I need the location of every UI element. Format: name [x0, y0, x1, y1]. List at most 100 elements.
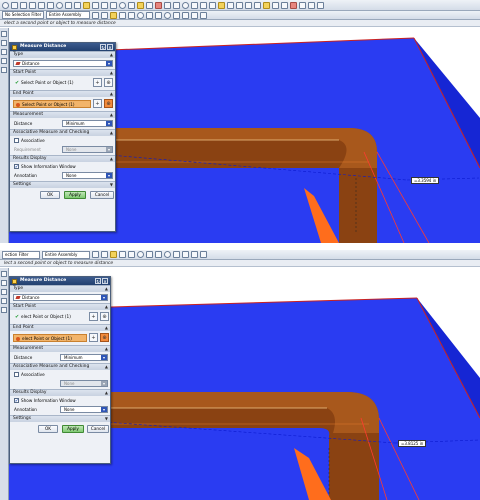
history-icon[interactable] — [1, 40, 7, 46]
end-point-selector[interactable]: Select Point or Object (1) — [13, 100, 91, 108]
light-icon[interactable] — [218, 1, 225, 9]
render-icon[interactable] — [182, 1, 189, 9]
point-dialog-button[interactable]: + — [89, 312, 98, 321]
tools-icon[interactable] — [263, 1, 270, 9]
palette-icon[interactable] — [1, 49, 7, 55]
snap-off-icon[interactable] — [200, 251, 207, 258]
section-icon[interactable] — [164, 1, 171, 9]
reset-icon[interactable]: ↻ — [100, 44, 106, 50]
select-icon[interactable] — [11, 1, 18, 9]
selection-filter-dropdown[interactable]: ection Filter — [2, 250, 40, 259]
wcs-icon[interactable] — [173, 1, 180, 9]
stop-icon[interactable] — [290, 1, 297, 9]
center-icon[interactable] — [137, 11, 144, 19]
fit-icon[interactable] — [101, 1, 108, 9]
section-start-point[interactable]: Start Point ▲ — [10, 69, 115, 76]
reset-icon[interactable]: ↻ — [95, 278, 101, 284]
rotate-icon[interactable] — [29, 1, 36, 9]
show-info-checkbox[interactable]: ✔ — [14, 398, 19, 403]
cancel-button[interactable]: Cancel — [87, 425, 109, 433]
endpoint-icon[interactable] — [119, 251, 126, 258]
annotation-dropdown[interactable]: None ▾ — [60, 406, 108, 413]
start-point-selector[interactable]: ✔ Select Point or Object (1) — [13, 79, 91, 87]
section-type[interactable]: Type ▲ — [10, 285, 110, 292]
point-constructor-button[interactable]: ⊕ — [100, 312, 109, 321]
type-dropdown[interactable]: Distance ▾ — [13, 294, 108, 301]
camera-icon[interactable] — [227, 1, 234, 9]
point-icon[interactable] — [110, 251, 117, 258]
distance-dropdown[interactable]: Minimum ▾ — [60, 354, 108, 361]
on-face-icon[interactable] — [191, 251, 198, 258]
point-constructor-button[interactable]: ⊕ — [104, 78, 113, 87]
grid-icon[interactable] — [191, 1, 198, 9]
associative-checkbox[interactable] — [14, 372, 19, 377]
assembly-scope-dropdown[interactable]: Entire Assembly — [46, 11, 90, 19]
filter-icon[interactable] — [92, 11, 99, 19]
arc-icon[interactable] — [164, 11, 171, 19]
apply-button[interactable]: Apply — [62, 425, 84, 433]
navigator-icon[interactable] — [1, 31, 7, 37]
web-icon[interactable] — [1, 298, 7, 304]
filter-icon[interactable] — [92, 251, 99, 258]
deselect-icon[interactable] — [101, 11, 108, 19]
point-constructor-button[interactable]: ⊕ — [100, 333, 109, 342]
intersect-icon[interactable] — [155, 11, 162, 19]
section-associative[interactable]: Associative Measure and Checking ▲ — [10, 129, 115, 136]
distance-dropdown[interactable]: Minimum ▾ — [62, 120, 113, 127]
close-icon[interactable]: × — [102, 278, 108, 284]
center-icon[interactable] — [137, 251, 144, 258]
quadrant-icon[interactable] — [146, 251, 153, 258]
help-icon[interactable] — [281, 1, 288, 9]
section-end-point[interactable]: End Point ▲ — [10, 90, 115, 97]
line-icon[interactable] — [47, 1, 54, 9]
selection-filter-dropdown[interactable]: No Selection Filter — [2, 11, 44, 19]
layer-icon[interactable] — [146, 1, 153, 9]
move-icon[interactable] — [20, 1, 27, 9]
section-start-point[interactable]: Start Point ▲ — [10, 303, 110, 310]
type-dropdown[interactable]: Distance ▾ — [13, 60, 113, 67]
info-icon[interactable] — [308, 1, 315, 9]
circle-icon[interactable] — [56, 1, 63, 9]
web-icon[interactable] — [1, 58, 7, 64]
ok-button[interactable]: OK — [40, 191, 60, 199]
on-face-icon[interactable] — [191, 11, 198, 19]
point-constructor-button[interactable]: ⊕ — [104, 99, 113, 108]
option-icon[interactable] — [299, 1, 306, 9]
intersect-icon[interactable] — [155, 251, 162, 258]
midpoint-icon[interactable] — [128, 11, 135, 19]
close-icon[interactable]: × — [107, 44, 113, 50]
pan-icon[interactable] — [38, 1, 45, 9]
zoom-icon[interactable] — [110, 1, 117, 9]
snap-icon[interactable] — [2, 1, 9, 9]
point-dialog-button[interactable]: + — [93, 99, 102, 108]
roles-icon[interactable] — [1, 67, 7, 73]
section-results[interactable]: Results Display ▲ — [10, 389, 110, 396]
on-curve-icon[interactable] — [182, 11, 189, 19]
print-icon[interactable] — [236, 1, 243, 9]
orbit-icon[interactable] — [119, 1, 126, 9]
view-icon[interactable] — [74, 1, 81, 9]
annotation-dropdown[interactable]: None ▾ — [62, 172, 113, 179]
quadrant-icon[interactable] — [146, 11, 153, 19]
midpoint-icon[interactable] — [128, 251, 135, 258]
section-settings[interactable]: Settings ▼ — [10, 181, 115, 188]
section-measurement[interactable]: Measurement ▲ — [10, 345, 110, 352]
highlight-icon[interactable] — [137, 1, 144, 9]
extra-icon[interactable] — [317, 1, 324, 9]
point-dialog-button[interactable]: + — [93, 78, 102, 87]
section-associative[interactable]: Associative Measure and Checking ▲ — [10, 363, 110, 370]
cancel-button[interactable]: Cancel — [90, 191, 114, 199]
snap-off-icon[interactable] — [200, 11, 207, 19]
point-icon[interactable] — [110, 11, 117, 19]
section-settings[interactable]: Settings ▼ — [10, 415, 110, 422]
palette-icon[interactable] — [1, 289, 7, 295]
existing-point-icon[interactable] — [173, 251, 180, 258]
start-point-selector[interactable]: ✔ elect Point or Object (1) — [13, 313, 87, 321]
shade-icon[interactable] — [128, 1, 135, 9]
existing-point-icon[interactable] — [173, 11, 180, 19]
arc-icon[interactable] — [164, 251, 171, 258]
end-point-selector[interactable]: elect Point or Object (1) — [13, 334, 87, 342]
associative-checkbox[interactable] — [14, 138, 19, 143]
point-dialog-button[interactable]: + — [89, 333, 98, 342]
section-results[interactable]: Results Display ▲ — [10, 155, 115, 162]
